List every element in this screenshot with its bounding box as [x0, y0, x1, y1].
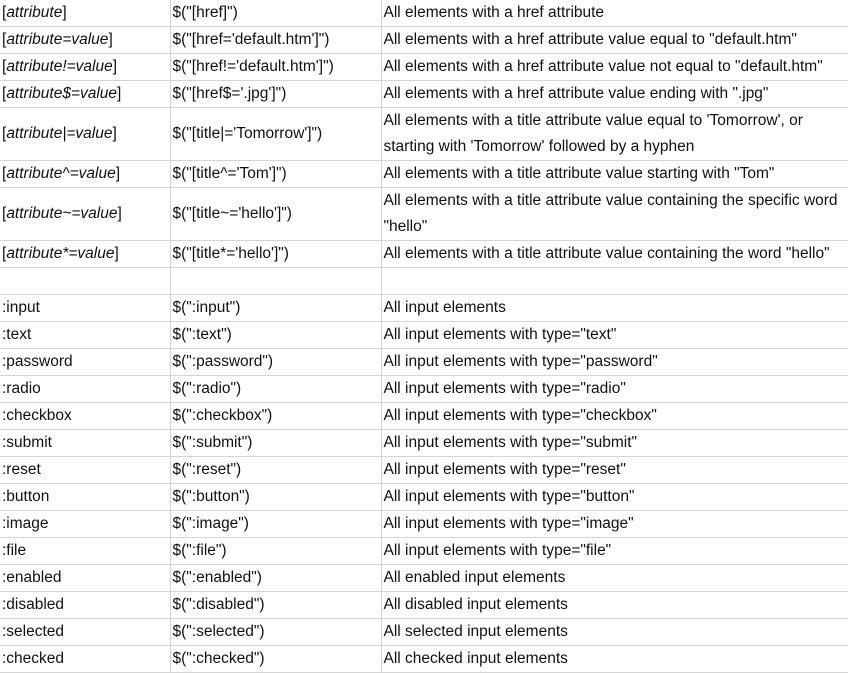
example-cell: $(":checked") [169, 645, 382, 673]
empty-cell [380, 267, 848, 295]
spacer-row [0, 267, 848, 295]
selector-cell: [attribute] [0, 0, 171, 27]
example-cell: $("[title~='hello']") [169, 187, 382, 241]
table-row: :checked $(":checked") All checked input… [0, 645, 848, 673]
selector-cell: :text [0, 321, 171, 349]
example-cell: $(":checkbox") [169, 402, 382, 430]
selector-cell: [attribute*=value] [0, 240, 171, 268]
table-row: [attribute=value] $("[href='default.htm'… [0, 26, 848, 54]
description-cell: All elements with a title attribute valu… [380, 187, 848, 241]
example-cell: $(":reset") [169, 456, 382, 484]
selector-reference-table: [attribute] $("[href]") All elements wit… [0, 0, 848, 673]
table-row: :password $(":password") All input eleme… [0, 348, 848, 376]
table-row: [attribute] $("[href]") All elements wit… [0, 0, 848, 27]
example-cell: $("[href!='default.htm']") [169, 53, 382, 81]
example-cell: $(":button") [169, 483, 382, 511]
description-cell: All input elements with type="checkbox" [380, 402, 848, 430]
example-cell: $(":submit") [169, 429, 382, 457]
table-row: :radio $(":radio") All input elements wi… [0, 375, 848, 403]
description-cell: All elements with a href attribute [380, 0, 848, 27]
selector-cell: :image [0, 510, 171, 538]
selector-cell: :input [0, 294, 171, 322]
table-row: :checkbox $(":checkbox") All input eleme… [0, 402, 848, 430]
table-row: [attribute|=value] $("[title|='Tomorrow'… [0, 107, 848, 161]
example-cell: $(":password") [169, 348, 382, 376]
selector-cell: :button [0, 483, 171, 511]
description-cell: All elements with a title attribute valu… [380, 240, 848, 268]
description-cell: All input elements with type="button" [380, 483, 848, 511]
example-cell: $("[title^='Tom']") [169, 160, 382, 188]
selector-cell: :radio [0, 375, 171, 403]
selector-cell: :checked [0, 645, 171, 673]
table-row: :enabled $(":enabled") All enabled input… [0, 564, 848, 592]
table-row: [attribute^=value] $("[title^='Tom']") A… [0, 160, 848, 188]
empty-cell [0, 267, 171, 295]
selector-cell: [attribute!=value] [0, 53, 171, 81]
selector-cell: [attribute~=value] [0, 187, 171, 241]
selector-cell: :checkbox [0, 402, 171, 430]
selector-cell: :submit [0, 429, 171, 457]
example-cell: $(":file") [169, 537, 382, 565]
description-cell: All input elements with type="reset" [380, 456, 848, 484]
description-cell: All elements with a title attribute valu… [380, 160, 848, 188]
description-cell: All input elements with type="radio" [380, 375, 848, 403]
description-cell: All elements with a href attribute value… [380, 80, 848, 108]
description-cell: All input elements with type="password" [380, 348, 848, 376]
selector-cell: :disabled [0, 591, 171, 619]
table-row: [attribute*=value] $("[title*='hello']")… [0, 240, 848, 268]
example-cell: $(":disabled") [169, 591, 382, 619]
table-row: :image $(":image") All input elements wi… [0, 510, 848, 538]
selector-cell: [attribute=value] [0, 26, 171, 54]
example-cell: $("[href='default.htm']") [169, 26, 382, 54]
example-cell: $("[title|='Tomorrow']") [169, 107, 382, 161]
description-cell: All selected input elements [380, 618, 848, 646]
selector-cell: :selected [0, 618, 171, 646]
description-cell: All elements with a href attribute value… [380, 26, 848, 54]
description-cell: All disabled input elements [380, 591, 848, 619]
selector-cell: [attribute^=value] [0, 160, 171, 188]
example-cell: $(":selected") [169, 618, 382, 646]
description-cell: All elements with a title attribute valu… [380, 107, 848, 161]
selector-cell: [attribute|=value] [0, 107, 171, 161]
selector-cell: :password [0, 348, 171, 376]
example-cell: $(":image") [169, 510, 382, 538]
selector-cell: :file [0, 537, 171, 565]
description-cell: All input elements with type="file" [380, 537, 848, 565]
empty-cell [169, 267, 382, 295]
example-cell: $("[title*='hello']") [169, 240, 382, 268]
table-row: :submit $(":submit") All input elements … [0, 429, 848, 457]
example-cell: $(":text") [169, 321, 382, 349]
table-row: :disabled $(":disabled") All disabled in… [0, 591, 848, 619]
selector-cell: :reset [0, 456, 171, 484]
table-row: [attribute!=value] $("[href!='default.ht… [0, 53, 848, 81]
description-cell: All input elements with type="image" [380, 510, 848, 538]
table-row: :input $(":input") All input elements [0, 294, 848, 322]
description-cell: All elements with a href attribute value… [380, 53, 848, 81]
example-cell: $(":enabled") [169, 564, 382, 592]
table-row: :text $(":text") All input elements with… [0, 321, 848, 349]
description-cell: All input elements with type="text" [380, 321, 848, 349]
example-cell: $(":input") [169, 294, 382, 322]
table-row: [attribute~=value] $("[title~='hello']")… [0, 187, 848, 241]
selector-cell: [attribute$=value] [0, 80, 171, 108]
example-cell: $("[href$='.jpg']") [169, 80, 382, 108]
table-row: :reset $(":reset") All input elements wi… [0, 456, 848, 484]
selector-cell: :enabled [0, 564, 171, 592]
description-cell: All checked input elements [380, 645, 848, 673]
example-cell: $(":radio") [169, 375, 382, 403]
description-cell: All enabled input elements [380, 564, 848, 592]
example-cell: $("[href]") [169, 0, 382, 27]
table-row: [attribute$=value] $("[href$='.jpg']") A… [0, 80, 848, 108]
table-row: :selected $(":selected") All selected in… [0, 618, 848, 646]
description-cell: All input elements with type="submit" [380, 429, 848, 457]
description-cell: All input elements [380, 294, 848, 322]
table-row: :button $(":button") All input elements … [0, 483, 848, 511]
table-row: :file $(":file") All input elements with… [0, 537, 848, 565]
